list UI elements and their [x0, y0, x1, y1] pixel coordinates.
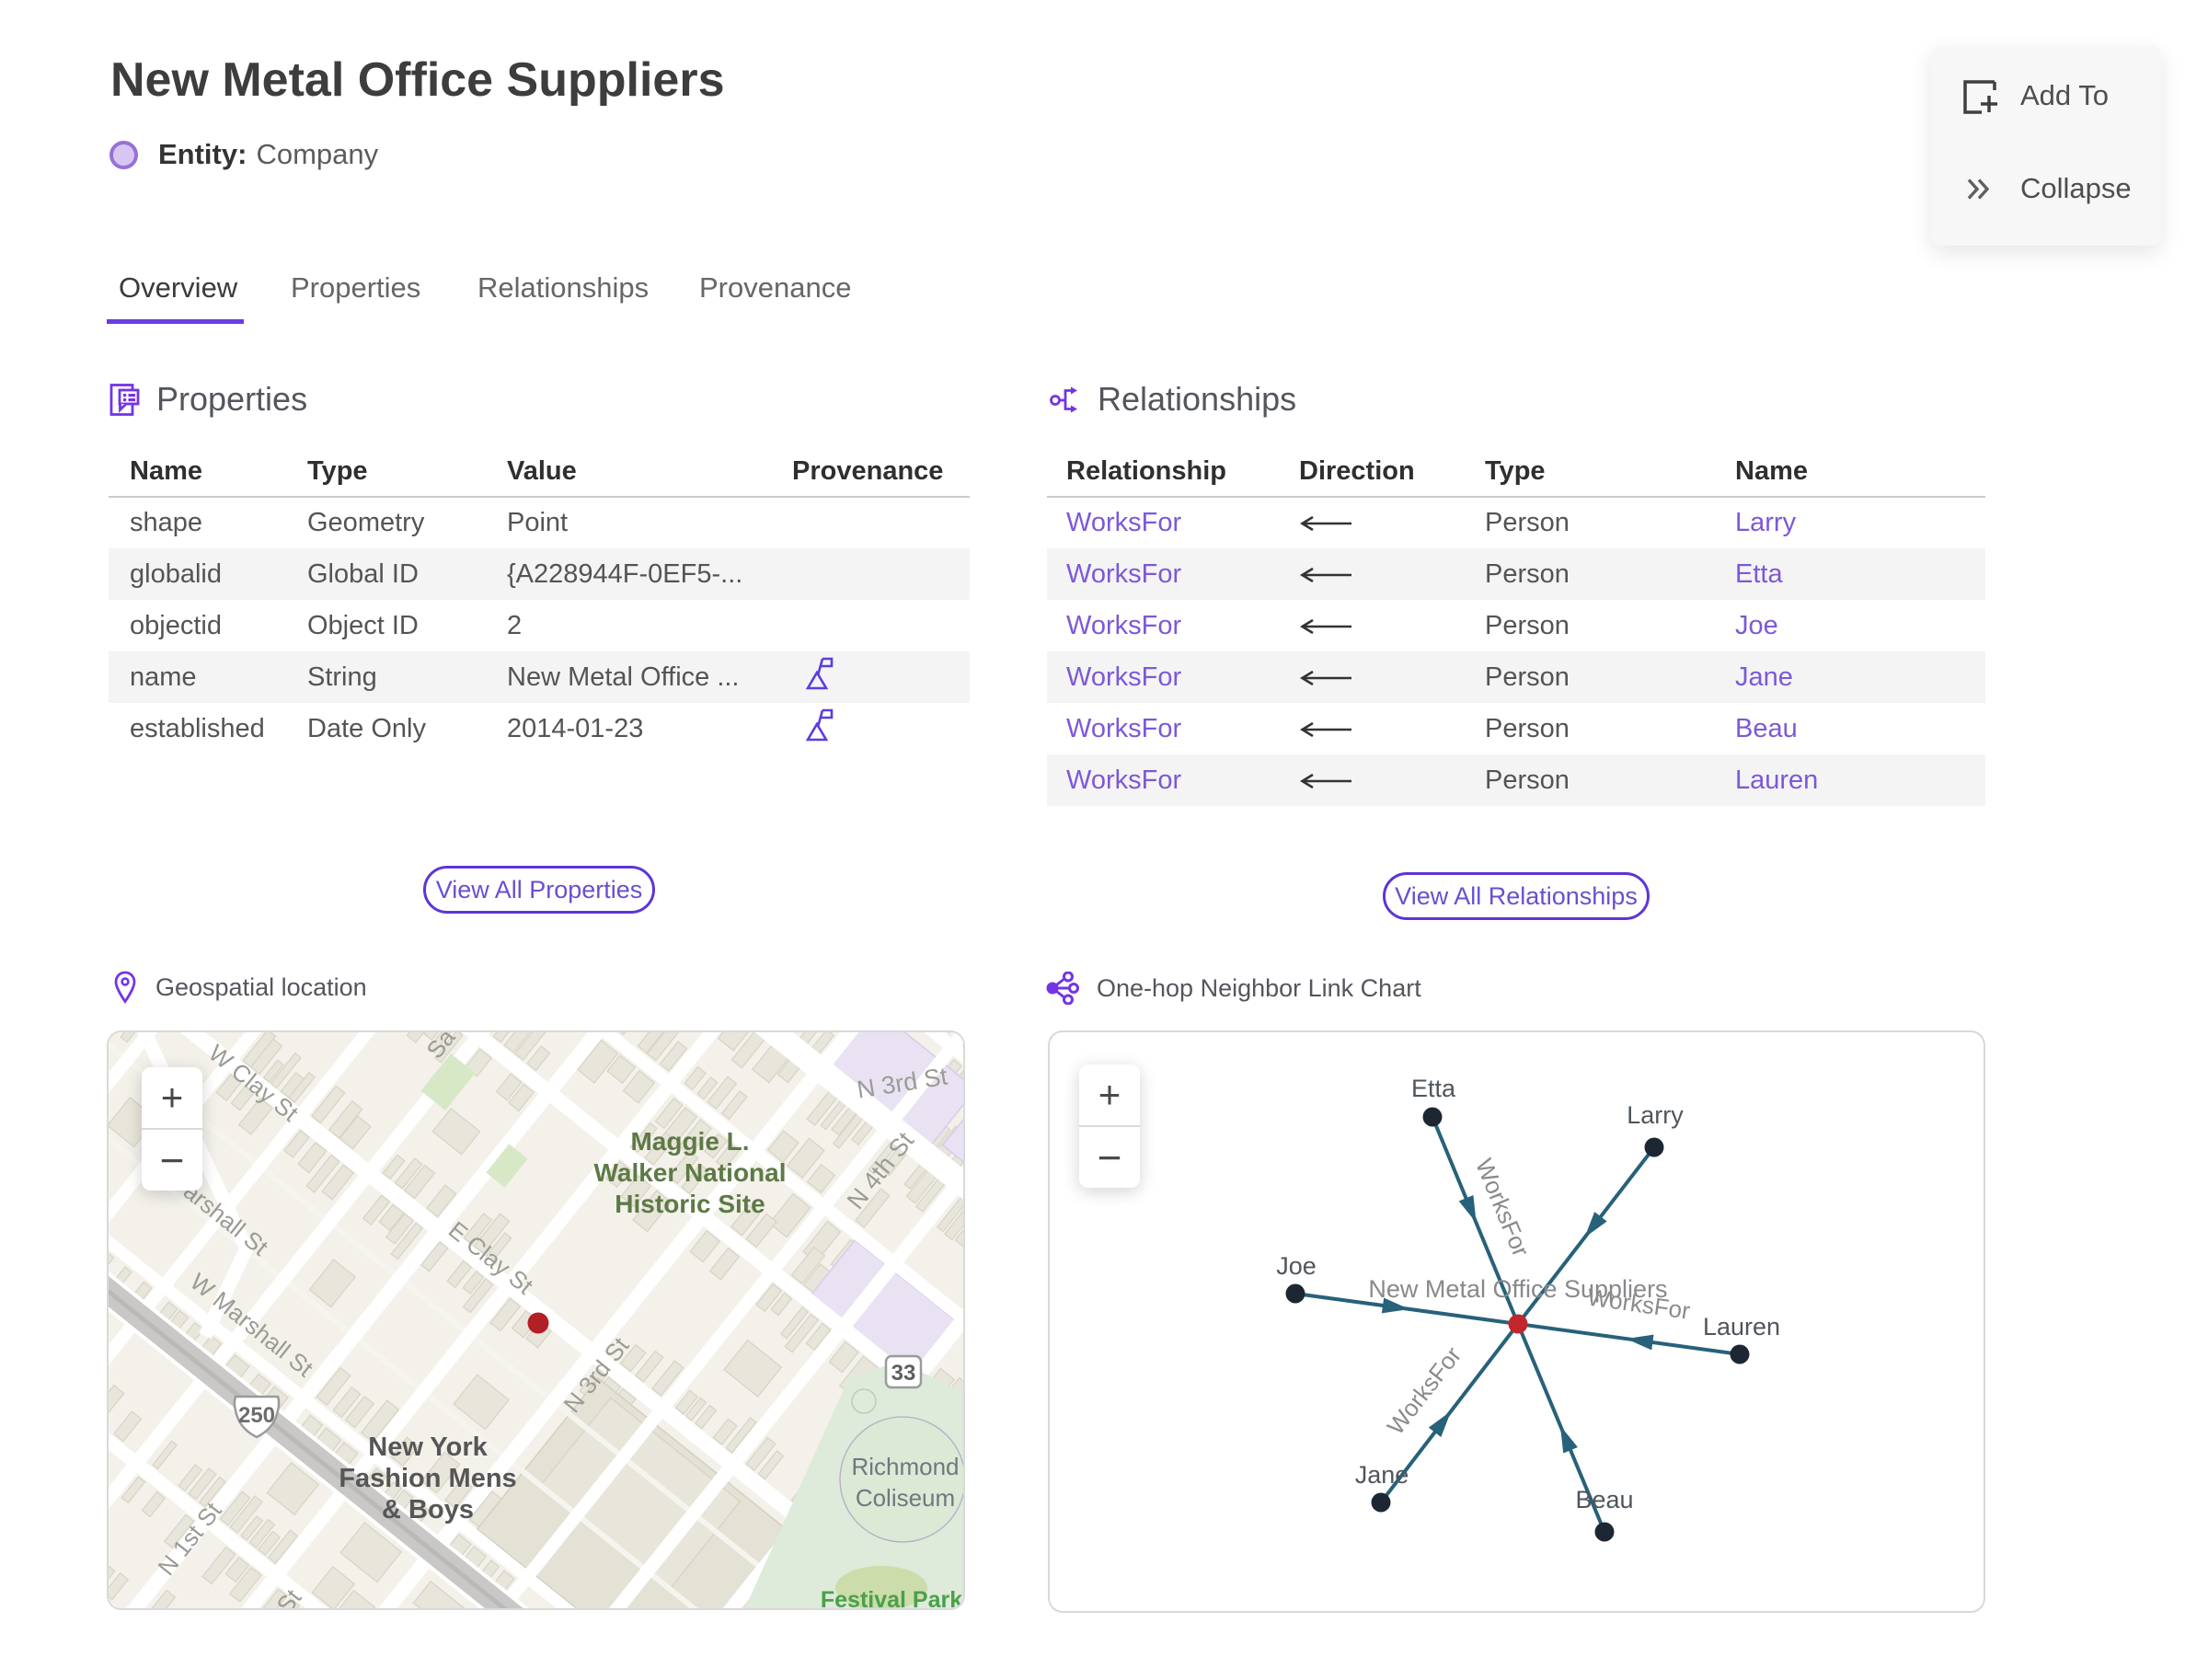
svg-text:& Boys: & Boys [382, 1495, 474, 1525]
svg-text:WorksFor: WorksFor [1382, 1341, 1467, 1440]
svg-text:Beau: Beau [1575, 1486, 1633, 1513]
svg-text:Lauren: Lauren [1703, 1313, 1780, 1341]
svg-text:Fashion Mens: Fashion Mens [339, 1464, 516, 1493]
svg-text:Coliseum: Coliseum [856, 1484, 955, 1512]
svg-text:Maggie L.: Maggie L. [630, 1127, 749, 1156]
svg-text:Etta: Etta [1411, 1075, 1456, 1102]
svg-text:New York: New York [368, 1433, 488, 1462]
svg-text:Walker National: Walker National [593, 1158, 786, 1187]
svg-text:WorksFor: WorksFor [1586, 1283, 1693, 1324]
svg-text:250: 250 [238, 1403, 275, 1428]
svg-text:Historic Site: Historic Site [615, 1190, 765, 1218]
svg-text:WorksFor: WorksFor [1470, 1155, 1535, 1260]
svg-text:Festival Park: Festival Park [821, 1587, 962, 1610]
svg-text:33: 33 [891, 1361, 916, 1386]
svg-text:Joe: Joe [1276, 1252, 1317, 1280]
svg-text:Larry: Larry [1627, 1101, 1684, 1129]
svg-text:Jane: Jane [1355, 1461, 1409, 1489]
svg-text:Richmond: Richmond [851, 1453, 959, 1480]
